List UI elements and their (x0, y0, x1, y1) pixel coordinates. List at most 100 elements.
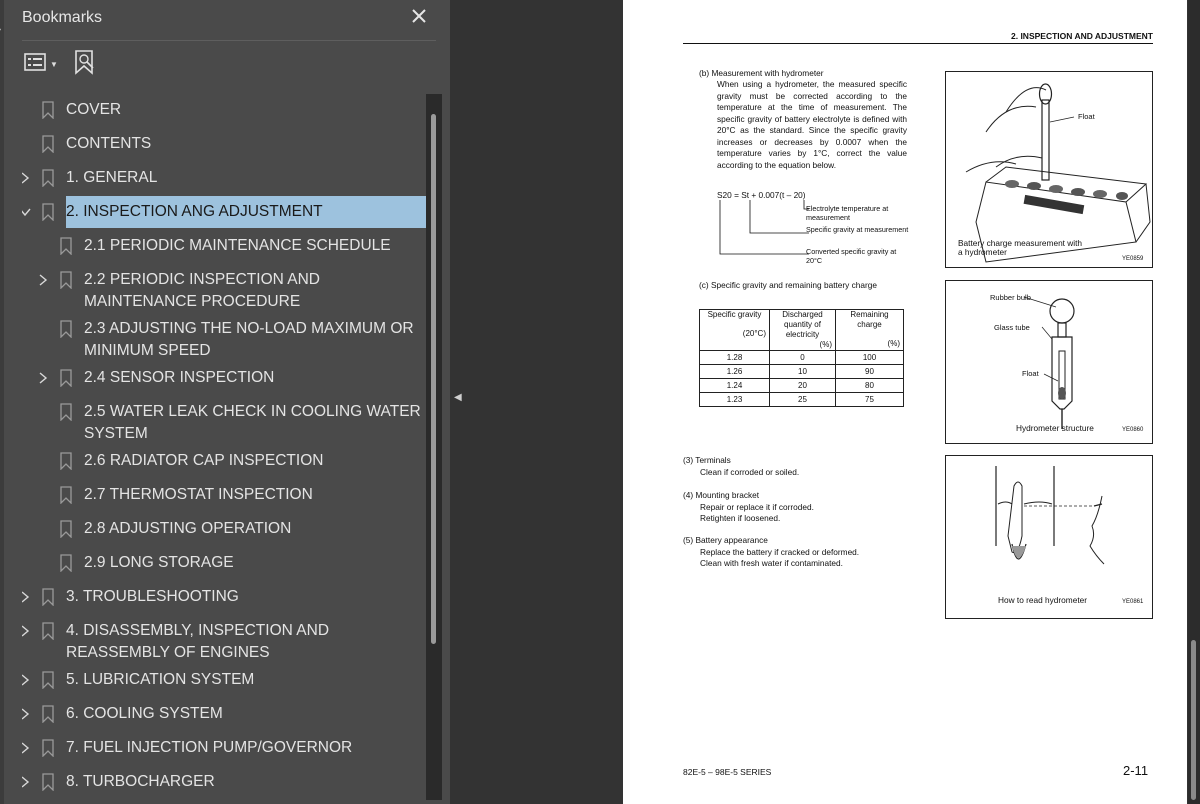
item-heading: (3) Terminals (683, 455, 731, 465)
options-list-icon (24, 52, 46, 76)
bookmark-scrollbar-thumb[interactable] (431, 114, 436, 644)
reading-hydrometer-illustration (995, 466, 1105, 565)
specific-gravity-table: Specific gravity (20°C) Discharged quant… (699, 309, 904, 407)
bookmark-label: 2.6 RADIATOR CAP INSPECTION (84, 452, 324, 469)
item-line: Clean if corroded or soiled. (700, 466, 800, 477)
document-scrollbar-thumb[interactable] (1191, 640, 1196, 800)
table-cell: 100 (835, 350, 904, 365)
bookmark-item[interactable]: 2.9 LONG STORAGE (22, 547, 426, 579)
figure-3-code: YE0861 (1122, 599, 1144, 605)
table-row: 1.24 20 80 (699, 378, 904, 393)
chevron-right-icon[interactable] (22, 741, 32, 755)
pdf-viewer-app: › Bookmarks ▼ COVERCONTENTS1. GENERAL2. … (0, 0, 1200, 804)
bookmark-icon (60, 554, 72, 577)
item-line: Clean with fresh water if contaminated. (700, 558, 843, 568)
bookmark-label: 2.5 WATER LEAK CHECK IN COOLING WATER SY… (84, 403, 421, 442)
table-row: 1.28 0 100 (699, 350, 904, 365)
figure-battery-measurement: Float Battery charge measurement with a … (945, 71, 1153, 268)
table-cell: 90 (835, 364, 904, 379)
bookmark-icon (42, 135, 54, 158)
table-cell: 1.26 (699, 364, 770, 379)
bookmark-item[interactable]: 2.1 PERIODIC MAINTENANCE SCHEDULE (22, 230, 426, 262)
bookmark-item[interactable]: 5. LUBRICATION SYSTEM (22, 664, 426, 696)
chevron-right-icon[interactable] (22, 707, 32, 721)
bookmark-tree: COVER CONTENTS 1. GENERAL 2. INSPECTION ANG… (22, 94, 426, 804)
chevron-down-icon: ▼ (50, 59, 58, 69)
bookmark-item[interactable]: 4. DISASSEMBLY, INSPECTION AND REASSEMBL… (22, 615, 426, 661)
bookmark-icon (60, 452, 72, 475)
chevron-right-icon[interactable] (22, 624, 32, 638)
bookmark-label: 5. LUBRICATION SYSTEM (66, 671, 255, 688)
bookmark-icon (60, 486, 72, 509)
float-label: Float (1022, 369, 1039, 378)
bookmark-label: 3. TROUBLESHOOTING (66, 588, 239, 605)
bookmark-options-button[interactable]: ▼ (24, 52, 58, 76)
bookmark-item[interactable]: 2.6 RADIATOR CAP INSPECTION (22, 445, 426, 477)
figure-1-caption: Battery charge measurement with a hydrom… (958, 238, 1083, 257)
glass-tube-label: Glass tube (994, 323, 1030, 332)
panel-divider (22, 40, 436, 41)
item-line: Repair or replace it if corroded. (700, 501, 814, 512)
bookmark-item[interactable]: COVER (22, 94, 426, 126)
add-bookmark-button[interactable] (74, 49, 96, 80)
table-header-cell: Discharged quantity of electricity (%) (769, 309, 836, 351)
bookmark-label: 8. TURBOCHARGER (66, 773, 215, 790)
header-rule (683, 43, 1153, 44)
chevron-right-icon[interactable] (22, 775, 32, 789)
figure-hydrometer-structure: Rubber bulb Glass tube Float Hydrometer … (945, 280, 1153, 444)
bookmark-icon (60, 320, 72, 343)
bookmark-icon (42, 101, 54, 124)
chevron-right-icon[interactable] (36, 371, 50, 385)
table-cell: 20 (769, 378, 836, 393)
table-header-cell: Remaining charge (%) (835, 309, 904, 351)
formula-label-converted: Converted specific gravity at 20°C (806, 247, 897, 265)
bookmark-item[interactable]: 7. FUEL INJECTION PUMP/GOVERNOR (22, 732, 426, 764)
table-row: 1.23 25 75 (699, 392, 904, 407)
bookmark-item[interactable]: 8. TURBOCHARGER (22, 766, 426, 798)
bookmark-icon (60, 520, 72, 543)
bookmark-icon (42, 705, 54, 728)
panel-edge (0, 0, 4, 804)
bookmark-icon (60, 271, 72, 294)
bookmark-item[interactable]: 2.3 ADJUSTING THE NO-LOAD MAXIMUM OR MIN… (22, 313, 426, 359)
bookmark-label: 2.2 PERIODIC INSPECTION AND MAINTENANCE … (84, 271, 320, 310)
bookmark-item[interactable]: 1. GENERAL (22, 162, 426, 194)
bookmark-item[interactable]: CONTENTS (22, 128, 426, 160)
table-cell: 25 (769, 392, 836, 407)
chevron-right-icon[interactable] (22, 673, 32, 687)
table-cell: 0 (769, 350, 836, 365)
float-label: Float (1078, 112, 1095, 121)
table-cell: 75 (835, 392, 904, 407)
bookmark-item[interactable]: 2.5 WATER LEAK CHECK IN COOLING WATER SY… (22, 396, 426, 442)
pdf-page: 2. INSPECTION AND ADJUSTMENT (b) Measure… (623, 0, 1187, 804)
bookmark-item[interactable]: 2. INSPECTION ANG ADJUSTMENT (22, 196, 426, 228)
chevron-down-icon[interactable] (22, 205, 32, 219)
bookmark-icon (42, 622, 54, 645)
chevron-right-icon[interactable] (22, 171, 32, 185)
bookmark-icon (60, 403, 72, 426)
close-icon[interactable] (408, 5, 430, 27)
table-row: 1.26 10 90 (699, 364, 904, 379)
bookmark-label: 6. COOLING SYSTEM (66, 705, 223, 722)
item-line: Replace the battery if cracked or deform… (700, 546, 860, 557)
bookmark-item[interactable]: 2.8 ADJUSTING OPERATION (22, 513, 426, 545)
formula-label-specific-gravity: Specific gravity at measurement (806, 225, 909, 234)
chevron-right-icon[interactable] (22, 590, 32, 604)
table-body: 1.28 0 100 1.26 10 90 1.24 20 80 1.23 25 75 (699, 350, 904, 407)
bookmarks-panel: › Bookmarks ▼ COVERCONTENTS1. GENERAL2. … (0, 0, 450, 804)
chevron-right-icon[interactable] (36, 273, 50, 287)
bookmark-item[interactable]: 6. COOLING SYSTEM (22, 698, 426, 730)
section-b-heading: (b) Measurement with hydrometer (699, 68, 824, 78)
collapse-panel-icon[interactable]: ◀ (454, 392, 462, 403)
bookmark-item[interactable]: 2.7 THERMOSTAT INSPECTION (22, 479, 426, 511)
bookmark-item[interactable]: 2.2 PERIODIC INSPECTION AND MAINTENANCE … (22, 264, 426, 310)
bookmark-item[interactable]: 2.4 SENSOR INSPECTION (22, 362, 426, 394)
figure-read-hydrometer: How to read hydrometer YE0861 (945, 455, 1153, 619)
bookmark-label: 2.1 PERIODIC MAINTENANCE SCHEDULE (84, 237, 391, 254)
bookmark-item[interactable]: 3. TROUBLESHOOTING (22, 581, 426, 613)
bookmark-label: 4. DISASSEMBLY, INSPECTION AND REASSEMBL… (66, 622, 330, 661)
bookmark-icon (42, 773, 54, 796)
bookmark-label: 2.4 SENSOR INSPECTION (84, 369, 275, 386)
section-b-body: When using a hydrometer, the measured sp… (717, 79, 907, 170)
bookmark-icon (42, 169, 54, 192)
